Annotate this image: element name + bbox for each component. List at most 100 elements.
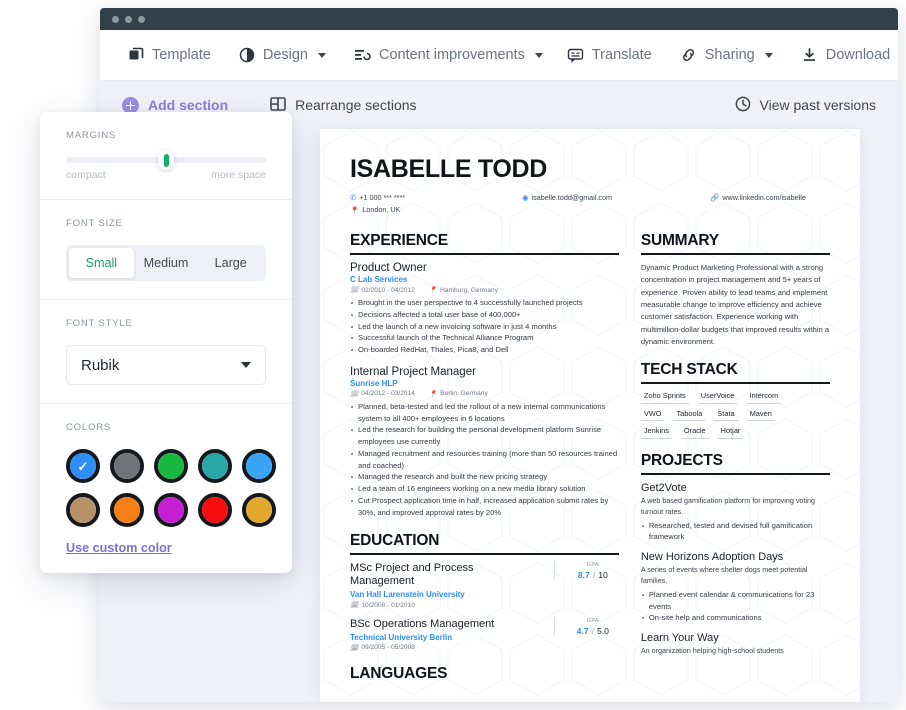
project-bullet: Planned event calendar & communications … <box>641 589 830 613</box>
font-style-select[interactable]: Rubik <box>66 345 266 385</box>
view-past-versions-label: View past versions <box>759 97 876 113</box>
toolbar-download-label: Download <box>825 47 891 63</box>
toolbar-design-label: Design <box>262 47 308 63</box>
toolbar-design-button[interactable]: Design <box>227 40 338 70</box>
window-close-dot[interactable] <box>112 15 119 23</box>
margins-slider-handle[interactable] <box>158 150 174 170</box>
job-dates: 🗓 02/2010 - 04/2012 <box>350 286 415 295</box>
contact-email: ◉ isabelle.todd@gmail.com <box>522 193 710 203</box>
tech-chip: Hotjar <box>717 426 744 439</box>
toolbar-template-button[interactable]: Template <box>116 40 223 70</box>
list-check-icon <box>354 47 371 63</box>
project-item: Learn Your Way An organization helping h… <box>641 632 830 657</box>
color-swatch-magenta[interactable] <box>154 493 188 527</box>
project-title: New Horizons Adoption Days <box>640 551 784 564</box>
rearrange-sections-label: Rearrange sections <box>295 97 417 113</box>
link-icon: 🔗 <box>710 193 720 203</box>
tech-chip: UserVoice <box>697 391 738 404</box>
tech-stack-rule <box>640 382 830 385</box>
color-swatch-blue[interactable]: ✓ <box>66 449 100 483</box>
color-swatch-grey[interactable] <box>110 449 144 483</box>
project-item: New Horizons Adoption Days A series of e… <box>641 551 830 624</box>
education-gpa: GPA 4.7/5.0 <box>553 618 619 637</box>
contact-linkedin: 🔗 www.linkedin.com/isabelle <box>710 193 806 203</box>
gpa-value-row: 8.7/10 <box>567 570 619 580</box>
chevron-down-icon <box>241 362 251 368</box>
contact-email-text: isabelle.todd@gmail.com <box>531 193 612 202</box>
education-title: BSc Operations Management <box>350 618 495 631</box>
tech-stack-row: Zoho Sprints UserVoice Intercom <box>640 391 830 404</box>
job-bullet: Brought in the user perspective to 4 suc… <box>350 297 619 309</box>
design-settings-panel: MARGINS compact more space FONT SIZE Sma… <box>40 112 292 573</box>
use-custom-color-link[interactable]: Use custom color <box>66 541 266 555</box>
resume-document[interactable]: ISABELLE TODD ✆ +1 000 *** **** ◉ isabel… <box>320 129 860 702</box>
tech-chip: Zoho Sprints <box>640 391 689 404</box>
toolbar-sharing-button[interactable]: Sharing <box>668 40 785 70</box>
languages-section: LANGUAGES <box>350 665 619 683</box>
tech-chip: Jenkins <box>640 426 672 439</box>
languages-heading: LANGUAGES <box>350 664 448 682</box>
color-swatch-gold[interactable] <box>242 493 276 527</box>
toolbar-content-improvements-button[interactable]: Content improvements <box>342 40 555 70</box>
color-swatch-red[interactable] <box>198 493 232 527</box>
contact-linkedin-text: www.linkedin.com/isabelle <box>722 193 806 202</box>
color-swatch-teal[interactable] <box>198 449 232 483</box>
tech-chip: Oracle <box>680 426 709 439</box>
job-bullets: Brought in the user perspective to 4 suc… <box>350 297 619 356</box>
job-bullet: Cut Prospect application time in half, i… <box>350 495 619 519</box>
resume-body: ISABELLE TODD ✆ +1 000 *** **** ◉ isabel… <box>320 129 860 696</box>
color-swatch-grid: ✓ <box>66 449 276 527</box>
font-size-option-small[interactable]: Small <box>69 248 134 278</box>
summary-heading: SUMMARY <box>640 231 719 249</box>
toolbar-download-button[interactable]: Download <box>789 40 898 70</box>
job-location: 📍 Hamburg, Germany <box>428 286 499 295</box>
location-icon: 📍 <box>350 205 360 215</box>
project-title: Get2Vote <box>640 482 687 495</box>
project-title: Learn Your Way <box>640 632 719 645</box>
margins-label: MARGINS <box>66 130 117 141</box>
tech-chip: Taboola <box>673 409 706 422</box>
project-item: Get2Vote A web based gamification platfo… <box>641 482 830 543</box>
tech-stack-heading: TECH STACK <box>640 361 738 379</box>
job-bullet: Successful launch of the Technical Allia… <box>350 332 619 344</box>
education-heading: EDUCATION <box>350 531 440 549</box>
gpa-slash: / <box>591 626 595 637</box>
experience-heading: EXPERIENCE <box>350 231 448 249</box>
window-maximize-dot[interactable] <box>138 15 145 23</box>
job-bullet: Managed the research and built the new p… <box>350 471 619 483</box>
education-gpa: GPA 8.7/10 <box>553 561 619 580</box>
job-bullets: Planned, beta-tested and led the rollout… <box>350 401 619 519</box>
experience-rule <box>350 252 619 256</box>
education-rule <box>350 552 619 555</box>
rearrange-sections-button[interactable]: Rearrange sections <box>270 96 417 115</box>
color-swatch-green[interactable] <box>154 449 188 483</box>
color-swatch-orange[interactable] <box>110 493 144 527</box>
font-size-label: FONT SIZE <box>66 218 123 229</box>
project-desc: A series of events where shelter dogs me… <box>640 565 808 585</box>
view-past-versions-button[interactable]: View past versions <box>735 96 876 115</box>
font-size-option-large[interactable]: Large <box>198 248 263 278</box>
colors-block: COLORS ✓ Use custom color <box>40 404 292 573</box>
contact-phone: ✆ +1 000 *** **** <box>350 193 522 203</box>
calendar-icon: 🗓 <box>350 602 359 610</box>
job-bullet: Led a team of 16 engineers working on a … <box>350 483 619 495</box>
education-org: Van Hall Larenstein University <box>350 590 465 600</box>
gpa-value: 8.7 <box>577 569 590 580</box>
project-desc: A web based gamification platform for im… <box>640 496 816 516</box>
email-icon: ◉ <box>522 193 529 203</box>
toolbar-translate-button[interactable]: Translate <box>555 40 664 70</box>
job-meta: 🗓 02/2010 - 04/2012 📍 Hamburg, Germany <box>350 286 619 295</box>
education-org: Technical University Berlin <box>350 632 453 642</box>
toolbar-translate-label: Translate <box>591 47 652 63</box>
font-size-option-medium[interactable]: Medium <box>134 248 199 278</box>
tech-stack-row: Jenkins Oracle Hotjar <box>640 426 830 439</box>
margins-slider[interactable] <box>66 150 266 170</box>
education-dates: 🗓 09/2005 - 05/2008 <box>350 644 415 652</box>
color-swatch-tan[interactable] <box>66 493 100 527</box>
job-title: Internal Project Manager <box>350 365 476 378</box>
add-section-button[interactable]: Add section <box>122 96 228 114</box>
window-minimize-dot[interactable] <box>125 15 132 23</box>
education-entry-main: BSc Operations Management Technical Univ… <box>350 618 525 652</box>
color-swatch-bright-blue[interactable] <box>242 449 276 483</box>
job-org: Sunrise HLP <box>350 378 398 388</box>
